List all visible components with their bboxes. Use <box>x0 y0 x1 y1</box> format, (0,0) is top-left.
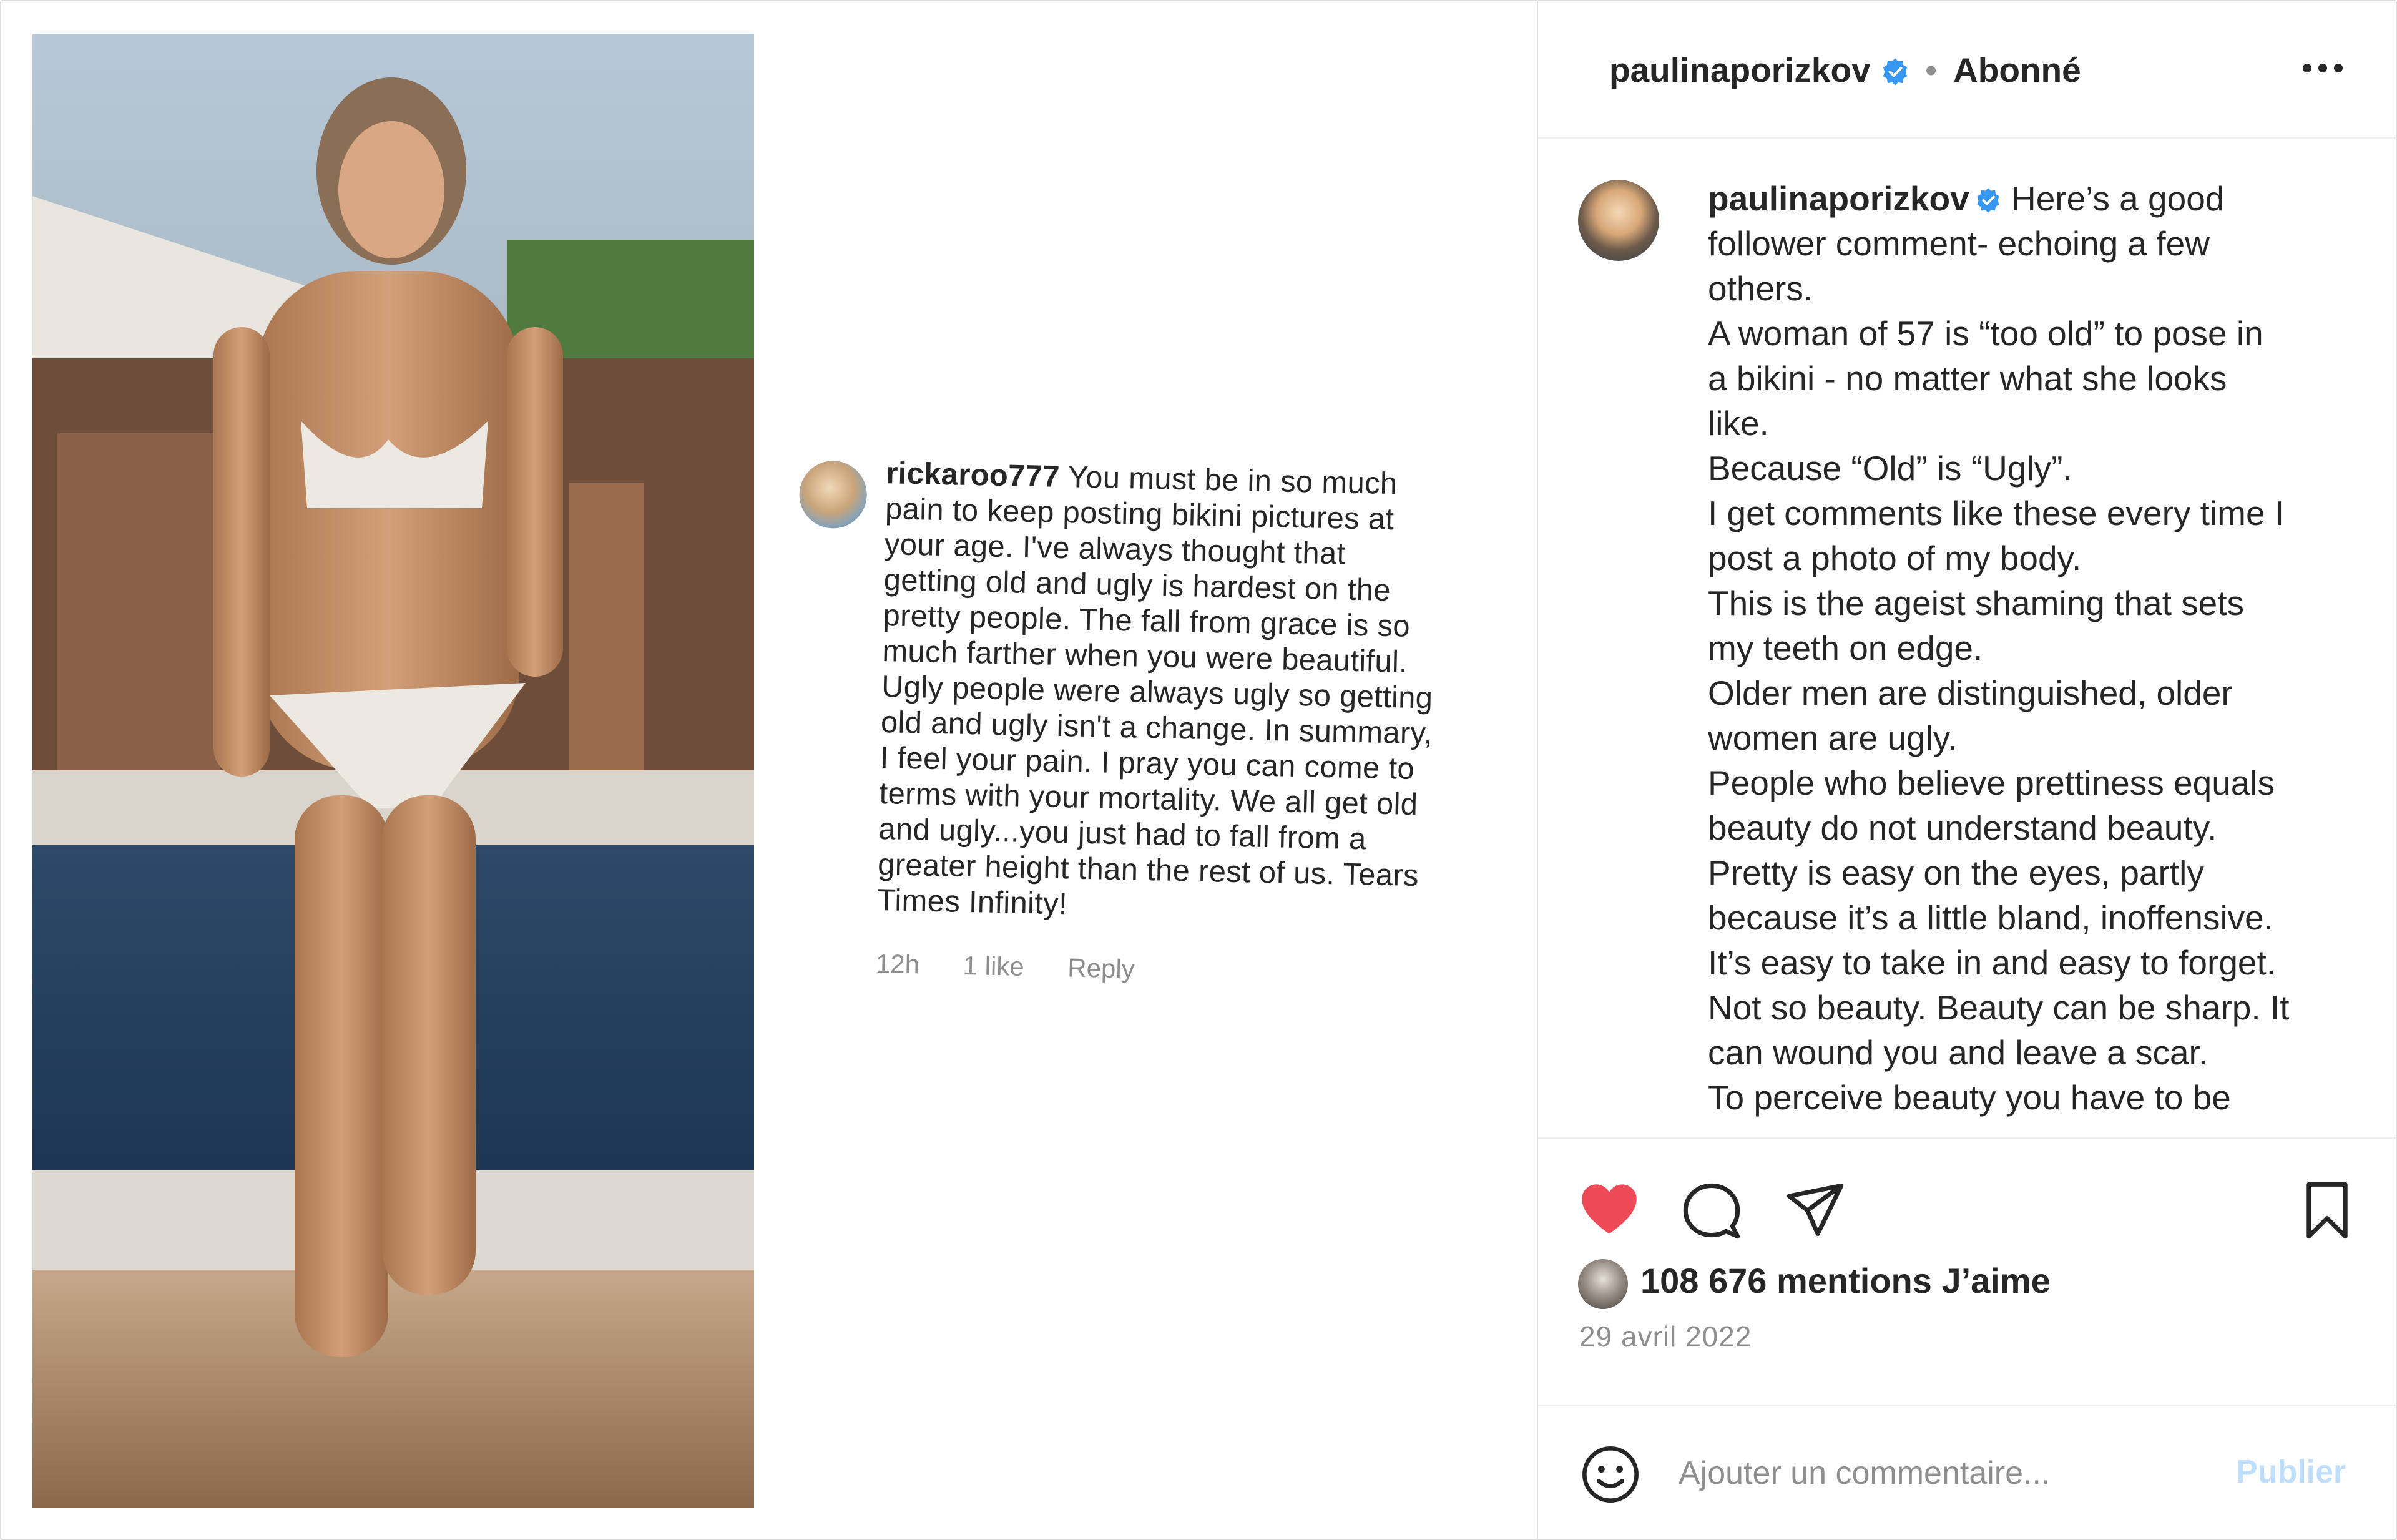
caption-line: post a photo of my body. <box>1708 539 2082 577</box>
caption-line: I get comments like these every time I <box>1708 494 2285 532</box>
caption-line: beauty do not understand beauty. <box>1708 808 2217 847</box>
comment-line: You must be in so much <box>1059 459 1398 501</box>
caption-line: People who believe prettiness equals <box>1708 763 2275 802</box>
caption-line: It’s easy to take in and easy to forget. <box>1708 943 2277 982</box>
add-comment-bar: Publier <box>1538 1405 2396 1539</box>
commenter-avatar <box>798 460 868 529</box>
caption-area: paulinaporizkov Here’s a good follower c… <box>1538 139 2396 1137</box>
screenshot-comment-meta: 12h 1 like Reply <box>875 949 1171 985</box>
comment-bubble-icon[interactable] <box>1680 1179 1743 1242</box>
likes-count[interactable]: 108 676 mentions J’aime <box>1640 1260 2051 1301</box>
caption-first-line: Here’s a good <box>2001 179 2225 218</box>
screenshot-comment: rickaroo777 You must be in so much pain … <box>783 454 1481 1005</box>
comment-input[interactable] <box>1679 1448 2228 1498</box>
header-separator: • <box>1925 51 1938 89</box>
caption-line: can wound you and leave a scar. <box>1708 1033 2208 1072</box>
post-media: rickaroo777 You must be in so much pain … <box>1 1 1537 1539</box>
caption-line: follower comment- echoing a few <box>1708 224 2210 263</box>
post-photo <box>32 34 754 1508</box>
caption-line: others. <box>1708 269 1813 308</box>
liker-avatar <box>1578 1259 1628 1309</box>
more-options-icon[interactable] <box>2301 59 2345 77</box>
share-send-icon[interactable] <box>1784 1179 1846 1242</box>
caption-line: because it’s a little bland, inoffensive… <box>1708 898 2274 937</box>
post-date[interactable]: 29 avril 2022 <box>1579 1320 1752 1353</box>
publish-button[interactable]: Publier <box>2236 1453 2346 1491</box>
post-caption: paulinaporizkov Here’s a good follower c… <box>1708 176 2357 1120</box>
save-bookmark-icon[interactable] <box>2296 1179 2358 1242</box>
verified-badge-icon <box>1977 188 1999 213</box>
author-avatar[interactable] <box>1578 180 1659 261</box>
screenshot-comment-text: rickaroo777 You must be in so much pain … <box>876 456 1473 931</box>
caption-username[interactable]: paulinaporizkov <box>1708 179 1969 218</box>
caption-line: Because “Old” is “Ugly”. <box>1708 449 2072 488</box>
comment-time: 12h <box>875 948 920 979</box>
caption-line: To perceive beauty you have to be <box>1708 1078 2231 1117</box>
post-actions: 108 676 mentions J’aime 29 avril 2022 <box>1538 1137 2396 1406</box>
comment-line: Times Infinity! <box>876 883 1068 921</box>
author-username: paulinaporizkov <box>1609 51 1871 89</box>
post-header: paulinaporizkov • Abonné <box>1538 1 2396 139</box>
like-heart-icon[interactable] <box>1578 1179 1640 1242</box>
caption-line: a bikini - no matter what she looks <box>1708 359 2227 398</box>
caption-line: my teeth on edge. <box>1708 629 1983 667</box>
caption-line: This is the ageist shaming that sets <box>1708 584 2245 622</box>
caption-line: like. <box>1708 404 1769 443</box>
post-dialog: rickaroo777 You must be in so much pain … <box>0 0 2397 1540</box>
follow-status-button[interactable]: Abonné <box>1953 50 2081 90</box>
bikini-photo-illustration <box>32 34 754 1508</box>
comment-likes: 1 like <box>963 950 1025 981</box>
post-sidebar: paulinaporizkov • Abonné paulinaporizkov… <box>1538 1 2396 1539</box>
caption-line: Older men are distinguished, older <box>1708 674 2233 712</box>
caption-line: Not so beauty. Beauty can be sharp. It <box>1708 988 2290 1027</box>
verified-badge-icon <box>1883 58 1908 86</box>
caption-line: Pretty is easy on the eyes, partly <box>1708 853 2204 892</box>
commenter-username: rickaroo777 <box>885 456 1061 494</box>
caption-line: A woman of 57 is “too old” to pose in <box>1708 314 2263 353</box>
comment-reply: Reply <box>1067 953 1135 984</box>
author-username-link[interactable]: paulinaporizkov <box>1609 50 1910 90</box>
emoji-picker-icon[interactable] <box>1579 1443 1642 1506</box>
caption-line: women are ugly. <box>1708 719 1958 757</box>
